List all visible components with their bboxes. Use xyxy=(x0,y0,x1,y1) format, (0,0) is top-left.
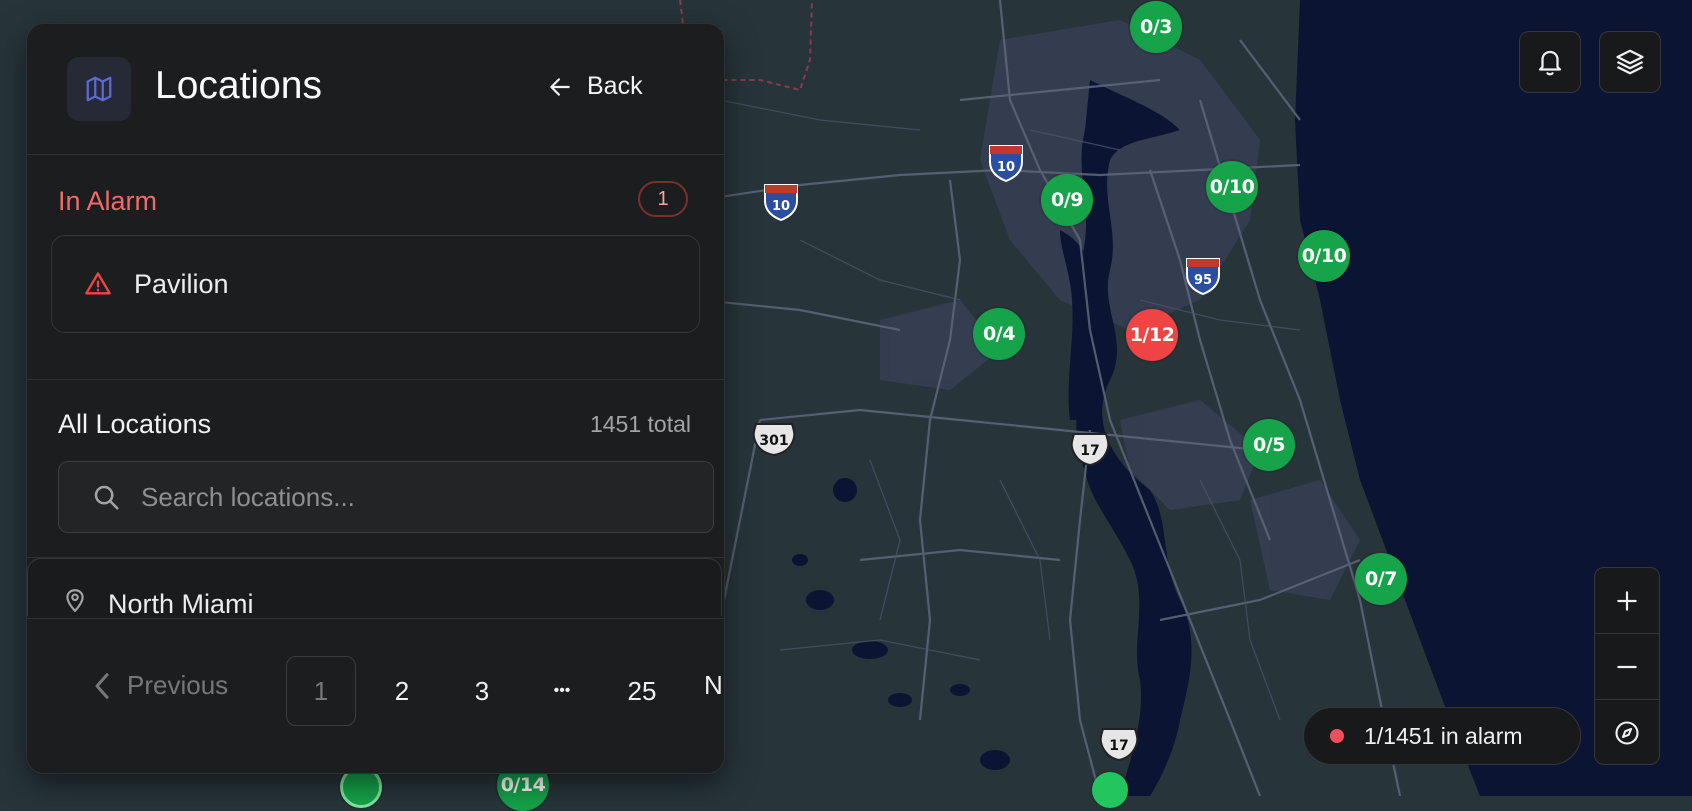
page-ellipsis: ••• xyxy=(553,682,571,699)
in-alarm-heading: In Alarm xyxy=(58,186,158,216)
next-page-button[interactable]: N xyxy=(704,670,723,701)
search-box[interactable] xyxy=(58,461,714,533)
interstate-shield: 95 xyxy=(1183,255,1223,300)
shield-label: 17 xyxy=(1109,738,1128,754)
layers-icon xyxy=(1615,47,1645,77)
alarm-summary-text: 1/1451 in alarm xyxy=(1364,722,1523,749)
map-icon xyxy=(67,57,131,121)
minus-icon xyxy=(1614,654,1640,680)
location-cluster-marker[interactable]: 0/5 xyxy=(1243,419,1295,471)
search-input[interactable] xyxy=(139,480,663,514)
page-button-2[interactable]: 2 xyxy=(367,656,437,726)
location-cluster-marker[interactable]: 0/3 xyxy=(1130,1,1182,53)
search-icon xyxy=(91,482,121,512)
notifications-button[interactable] xyxy=(1519,31,1581,93)
alarm-status-dot xyxy=(1330,729,1344,743)
map-pin-icon xyxy=(62,587,88,616)
previous-page-label: Previous xyxy=(127,670,229,700)
location-cluster-marker[interactable]: 0/9 xyxy=(1041,174,1093,226)
interstate-shield: 10 xyxy=(761,181,801,226)
divider xyxy=(27,154,724,155)
location-marker-partial[interactable] xyxy=(1092,772,1128,808)
locations-total-count: 1451 total xyxy=(589,411,691,437)
arrow-left-icon xyxy=(547,74,573,100)
back-button[interactable]: Back xyxy=(547,72,643,101)
page-title: Locations xyxy=(155,64,322,107)
all-locations-heading: All Locations xyxy=(58,409,212,439)
shield-label: 17 xyxy=(1080,443,1099,459)
locations-list[interactable]: North Miami xyxy=(27,558,724,616)
divider xyxy=(27,618,724,619)
compass-icon xyxy=(1613,719,1641,747)
back-button-label: Back xyxy=(587,72,643,100)
page-button-1[interactable]: 1 xyxy=(286,656,356,726)
reset-bearing-button[interactable] xyxy=(1595,700,1659,765)
panel-header: Locations Back xyxy=(27,24,724,154)
page-button-25[interactable]: 25 xyxy=(607,656,677,726)
alarm-summary-pill[interactable]: 1/1451 in alarm xyxy=(1303,707,1581,765)
interstate-shield: 10 xyxy=(986,142,1026,187)
chevron-left-icon xyxy=(91,671,113,701)
location-cluster-marker[interactable]: 0/7 xyxy=(1355,553,1407,605)
us-route-shield: 17 xyxy=(1069,431,1111,472)
page-button-3[interactable]: 3 xyxy=(447,656,517,726)
us-route-shield: 17 xyxy=(1098,726,1140,767)
list-item[interactable]: North Miami xyxy=(27,558,722,616)
plus-icon xyxy=(1614,588,1640,614)
map-navigation-controls xyxy=(1594,567,1660,765)
alarm-location-label: Pavilion xyxy=(134,268,229,299)
location-cluster-marker[interactable]: 0/4 xyxy=(973,308,1025,360)
zoom-out-button[interactable] xyxy=(1595,634,1659,699)
pagination: Previous 1 2 3 ••• 25 N xyxy=(27,618,724,773)
shield-label: 10 xyxy=(997,160,1015,175)
divider xyxy=(27,379,724,380)
shield-label: 301 xyxy=(759,433,788,449)
alarm-location-item[interactable]: Pavilion xyxy=(51,235,700,333)
shield-label: 10 xyxy=(772,199,790,214)
warning-icon xyxy=(84,270,112,298)
location-cluster-marker[interactable]: 0/10 xyxy=(1206,161,1258,213)
list-item-label: North Miami xyxy=(108,589,254,616)
layers-button[interactable] xyxy=(1599,31,1661,93)
previous-page-button[interactable]: Previous xyxy=(91,670,228,701)
location-cluster-marker-alarm[interactable]: 1/12 xyxy=(1126,309,1178,361)
zoom-in-button[interactable] xyxy=(1595,568,1659,633)
shield-label: 95 xyxy=(1194,273,1212,288)
locations-panel: Locations Back In Alarm 1 Pavilion All L… xyxy=(26,23,725,774)
location-cluster-marker[interactable]: 0/10 xyxy=(1298,230,1350,282)
alarm-count-badge: 1 xyxy=(638,181,688,217)
bell-icon xyxy=(1535,47,1565,77)
us-route-shield: 301 xyxy=(750,421,798,462)
